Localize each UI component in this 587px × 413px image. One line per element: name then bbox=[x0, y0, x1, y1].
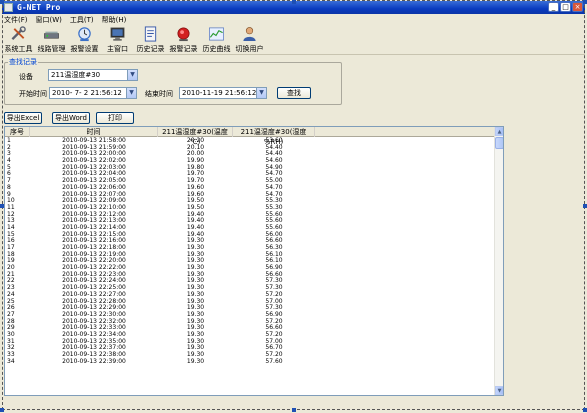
export-word-button[interactable]: 导出Word bbox=[52, 112, 90, 124]
toolbar-history-curve[interactable]: 历史曲线 bbox=[200, 25, 233, 54]
tools-icon bbox=[11, 26, 26, 41]
resize-handle[interactable] bbox=[0, 204, 4, 208]
query-group: 查找记录 设备 211温湿度#30 ▼ 开始时间 2010- 7- 2 21:5… bbox=[4, 57, 342, 105]
vertical-scrollbar[interactable]: ▲ ▼ bbox=[494, 127, 503, 395]
table-row[interactable]: 34 2010-09-13 22:39:00 19.30 57.60 bbox=[5, 357, 496, 366]
monitor-icon bbox=[110, 27, 125, 41]
scroll-up-icon[interactable]: ▲ bbox=[495, 127, 503, 136]
scrollbar-thumb[interactable] bbox=[495, 137, 503, 149]
app-icon bbox=[4, 3, 13, 12]
print-button[interactable]: 打印 bbox=[96, 112, 134, 124]
column-header-temperature[interactable]: 211温湿度#30(温度 ℃) bbox=[158, 127, 233, 146]
resize-handle[interactable] bbox=[583, 204, 587, 208]
cell-temperature: 19.30 bbox=[186, 357, 205, 365]
start-time-picker[interactable]: 2010- 7- 2 21:56:12 ▼ bbox=[49, 87, 137, 99]
line-manage-icon bbox=[44, 31, 59, 39]
start-time-label: 开始时间 bbox=[19, 90, 47, 98]
switch-user-icon bbox=[243, 27, 256, 42]
toolbar: 系统工具 线路管理 报警设置 主窗口 历史记录 报警记录 历史曲线 切换用户 bbox=[2, 25, 585, 55]
end-time-label: 结束时间 bbox=[145, 90, 173, 98]
table-body: 1 2010-09-13 21:58:00 20.20 53.60 2 2010-09-1… bbox=[5, 137, 496, 366]
column-header-filler bbox=[315, 127, 496, 137]
chevron-down-icon[interactable]: ▼ bbox=[127, 70, 137, 80]
query-group-title: 查找记录 bbox=[8, 57, 38, 67]
device-select-value: 211温湿度#30 bbox=[51, 71, 101, 79]
device-label: 设备 bbox=[19, 73, 33, 81]
resize-handle[interactable] bbox=[292, 408, 296, 412]
resize-handle[interactable] bbox=[292, 0, 296, 4]
resize-handle[interactable] bbox=[0, 0, 4, 4]
resize-handle[interactable] bbox=[0, 408, 4, 412]
search-button[interactable]: 查找 bbox=[277, 87, 311, 99]
export-excel-button[interactable]: 导出Excel bbox=[4, 112, 42, 124]
alarm-settings-icon bbox=[78, 27, 91, 42]
minimize-button[interactable]: _ bbox=[548, 2, 559, 12]
column-header-time[interactable]: 时间 bbox=[30, 127, 158, 137]
resize-handle[interactable] bbox=[583, 408, 587, 412]
records-table: 序号 时间 211温湿度#30(温度 ℃) 211温湿度#30(湿度 %RH) … bbox=[4, 126, 504, 396]
column-header-index[interactable]: 序号 bbox=[5, 127, 30, 137]
menu-window[interactable]: 窗口(W) bbox=[36, 15, 62, 25]
toolbar-alarm-settings[interactable]: 报警设置 bbox=[68, 25, 101, 54]
end-time-value: 2010-11-19 21:56:12 bbox=[182, 89, 257, 97]
device-select[interactable]: 211温湿度#30 ▼ bbox=[48, 69, 138, 81]
cell-index: 34 bbox=[7, 357, 15, 365]
column-header-humidity[interactable]: 211温湿度#30(湿度 %RH) bbox=[233, 127, 315, 146]
close-button[interactable]: × bbox=[572, 2, 583, 12]
cell-humidity: 57.60 bbox=[265, 357, 283, 365]
toolbar-main-window[interactable]: 主窗口 bbox=[101, 25, 134, 54]
menu-tools[interactable]: 工具(T) bbox=[70, 15, 94, 25]
toolbar-alarm-records[interactable]: 报警记录 bbox=[167, 25, 200, 54]
menu-bar: 文件(F) 窗口(W) 工具(T) 帮助(H) bbox=[2, 14, 585, 25]
window-title: G-NET Pro bbox=[17, 3, 61, 12]
start-time-value: 2010- 7- 2 21:56:12 bbox=[52, 89, 122, 97]
alarm-records-icon bbox=[177, 27, 190, 42]
table-header: 序号 时间 211温湿度#30(温度 ℃) 211温湿度#30(湿度 %RH) bbox=[5, 127, 496, 146]
menu-help[interactable]: 帮助(H) bbox=[102, 15, 127, 25]
cell-time: 2010-09-13 22:39:00 bbox=[62, 357, 126, 365]
chevron-down-icon[interactable]: ▼ bbox=[256, 88, 266, 98]
menu-file[interactable]: 文件(F) bbox=[4, 15, 28, 25]
toolbar-system-tools[interactable]: 系统工具 bbox=[2, 25, 35, 54]
chevron-down-icon[interactable]: ▼ bbox=[126, 88, 136, 98]
toolbar-line-manage[interactable]: 线路管理 bbox=[35, 25, 68, 54]
scroll-down-icon[interactable]: ▼ bbox=[495, 386, 503, 395]
toolbar-switch-user[interactable]: 切换用户 bbox=[233, 25, 266, 54]
resize-handle[interactable] bbox=[583, 0, 587, 4]
history-records-icon bbox=[144, 26, 157, 42]
end-time-picker[interactable]: 2010-11-19 21:56:12 ▼ bbox=[179, 87, 267, 99]
history-curve-icon bbox=[209, 27, 224, 41]
maximize-button[interactable]: □ bbox=[560, 2, 571, 12]
toolbar-history-records[interactable]: 历史记录 bbox=[134, 25, 167, 54]
